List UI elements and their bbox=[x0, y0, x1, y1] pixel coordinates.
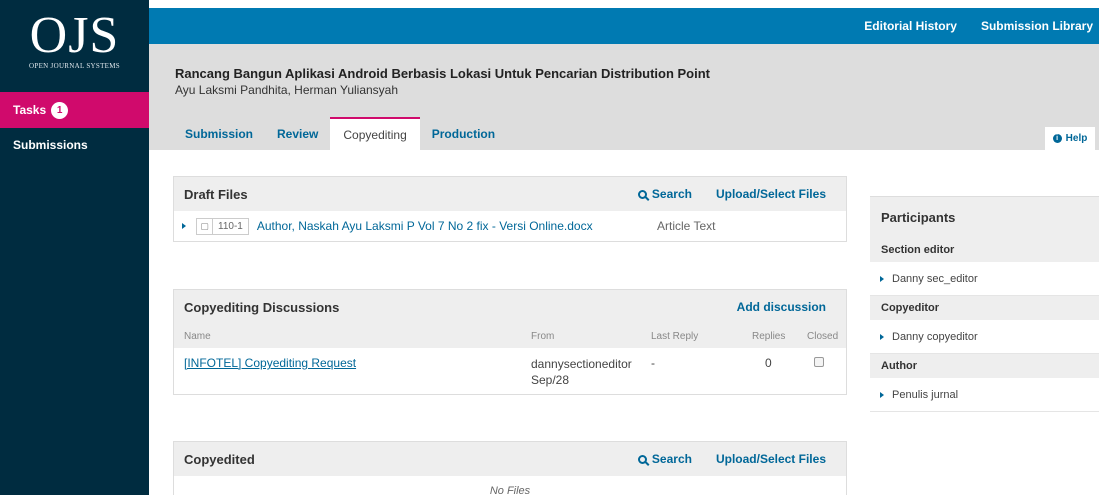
participant-item[interactable]: Danny sec_editor bbox=[870, 262, 1099, 296]
sidebar-item-submissions[interactable]: Submissions bbox=[0, 128, 149, 162]
discussions-column-headers: Name From Last Reply Replies Closed bbox=[174, 324, 846, 348]
tasks-label: Tasks bbox=[13, 103, 47, 117]
discussion-replies: 0 bbox=[765, 356, 772, 370]
expand-triangle-icon[interactable] bbox=[182, 223, 186, 229]
file-name-link[interactable]: Author, Naskah Ayu Laksmi P Vol 7 No 2 f… bbox=[257, 219, 593, 233]
discussions-title: Copyediting Discussions bbox=[184, 299, 340, 315]
role-copyeditor: Copyeditor bbox=[870, 296, 1099, 320]
search-icon bbox=[637, 455, 647, 464]
file-type: Article Text bbox=[657, 219, 716, 233]
discussion-from-date: Sep/28 bbox=[531, 373, 570, 387]
submission-library-link[interactable]: Submission Library bbox=[981, 19, 1093, 33]
editorial-history-link[interactable]: Editorial History bbox=[864, 19, 957, 33]
draft-files-actions: Search Upload/Select Files bbox=[614, 177, 826, 211]
participant-item[interactable]: Danny copyeditor bbox=[870, 320, 1099, 354]
expand-triangle-icon bbox=[880, 333, 884, 340]
participant-name: Danny copyeditor bbox=[892, 330, 978, 343]
submission-authors: Ayu Laksmi Pandhita, Herman Yuliansyah bbox=[175, 83, 399, 97]
draft-files-title: Draft Files bbox=[184, 186, 248, 202]
file-id-box: ▢ 110-1 bbox=[196, 217, 249, 235]
copyediting-discussions-panel: Copyediting Discussions Add discussion N… bbox=[173, 289, 847, 395]
tasks-count-badge: 1 bbox=[51, 101, 69, 119]
participants-title: Participants bbox=[870, 197, 1099, 238]
logo-subtitle: OPEN JOURNAL SYSTEMS bbox=[29, 62, 120, 70]
add-discussion-button[interactable]: Add discussion bbox=[737, 300, 826, 314]
col-closed: Closed bbox=[807, 330, 839, 342]
role-author: Author bbox=[870, 354, 1099, 378]
draft-files-upload-button[interactable]: Upload/Select Files bbox=[716, 187, 826, 201]
file-icon: ▢ bbox=[197, 218, 213, 234]
submission-header: Rancang Bangun Aplikasi Android Berbasis… bbox=[149, 44, 1099, 150]
workflow-tabs: Submission Review Copyediting Production bbox=[173, 117, 507, 150]
closed-checkbox[interactable] bbox=[814, 357, 824, 367]
discussion-from: dannysectioneditor Sep/28 bbox=[531, 356, 632, 388]
top-bar: Editorial History Submission Library bbox=[149, 8, 1099, 44]
participant-name: Penulis jurnal bbox=[892, 388, 959, 401]
submission-title: Rancang Bangun Aplikasi Android Berbasis… bbox=[175, 66, 711, 81]
sidebar-item-tasks[interactable]: Tasks 1 bbox=[0, 92, 149, 128]
file-row: ▢ 110-1 Author, Naskah Ayu Laksmi P Vol … bbox=[174, 211, 846, 241]
discussion-link[interactable]: [INFOTEL] Copyediting Request bbox=[184, 356, 356, 370]
help-button[interactable]: i Help bbox=[1045, 127, 1095, 150]
copyedited-upload-button[interactable]: Upload/Select Files bbox=[716, 452, 826, 466]
copyedited-actions: Search Upload/Select Files bbox=[614, 442, 826, 476]
draft-files-header: Draft Files Search Upload/Select Files bbox=[174, 177, 846, 211]
logo-mark: OJS bbox=[29, 7, 120, 64]
col-replies: Replies bbox=[752, 330, 786, 342]
sidebar: OJS OPEN JOURNAL SYSTEMS Tasks 1 Submiss… bbox=[0, 0, 149, 495]
search-icon bbox=[637, 190, 647, 199]
no-files-text: No Files bbox=[489, 485, 531, 495]
discussion-from-user: dannysectioneditor bbox=[531, 357, 632, 371]
col-from: From bbox=[531, 330, 555, 342]
discussion-last-reply: - bbox=[651, 356, 655, 370]
copyedited-header: Copyedited Search Upload/Select Files bbox=[174, 442, 846, 476]
draft-files-search-label: Search bbox=[651, 187, 692, 201]
table-row: [INFOTEL] Copyediting Request dannysecti… bbox=[174, 348, 846, 394]
expand-triangle-icon bbox=[880, 391, 884, 398]
copyedited-title: Copyedited bbox=[184, 451, 255, 467]
copyedited-search-button[interactable]: Search bbox=[637, 452, 692, 466]
role-section-editor: Section editor bbox=[870, 238, 1099, 262]
tab-review[interactable]: Review bbox=[265, 117, 330, 150]
participants-panel: Participants Section editor Danny sec_ed… bbox=[870, 196, 1099, 412]
expand-triangle-icon bbox=[880, 275, 884, 282]
info-icon: i bbox=[1052, 134, 1062, 143]
tab-submission[interactable]: Submission bbox=[173, 117, 265, 150]
file-id: 110-1 bbox=[218, 220, 243, 232]
participant-item[interactable]: Penulis jurnal bbox=[870, 378, 1099, 412]
col-last-reply: Last Reply bbox=[651, 330, 699, 342]
draft-files-panel: Draft Files Search Upload/Select Files ▢… bbox=[173, 176, 847, 242]
col-name: Name bbox=[184, 330, 211, 342]
help-label: Help bbox=[1065, 133, 1088, 144]
discussions-actions: Add discussion bbox=[713, 290, 826, 324]
ojs-logo[interactable]: OJS OPEN JOURNAL SYSTEMS bbox=[0, 0, 149, 92]
copyedited-search-label: Search bbox=[651, 452, 692, 466]
submissions-label: Submissions bbox=[13, 138, 88, 152]
tab-production[interactable]: Production bbox=[420, 117, 507, 150]
participant-name: Danny sec_editor bbox=[892, 272, 978, 285]
draft-files-search-button[interactable]: Search bbox=[637, 187, 692, 201]
tab-copyediting[interactable]: Copyediting bbox=[330, 117, 420, 150]
discussions-header: Copyediting Discussions Add discussion bbox=[174, 290, 846, 324]
copyedited-panel: Copyedited Search Upload/Select Files No… bbox=[173, 441, 847, 495]
